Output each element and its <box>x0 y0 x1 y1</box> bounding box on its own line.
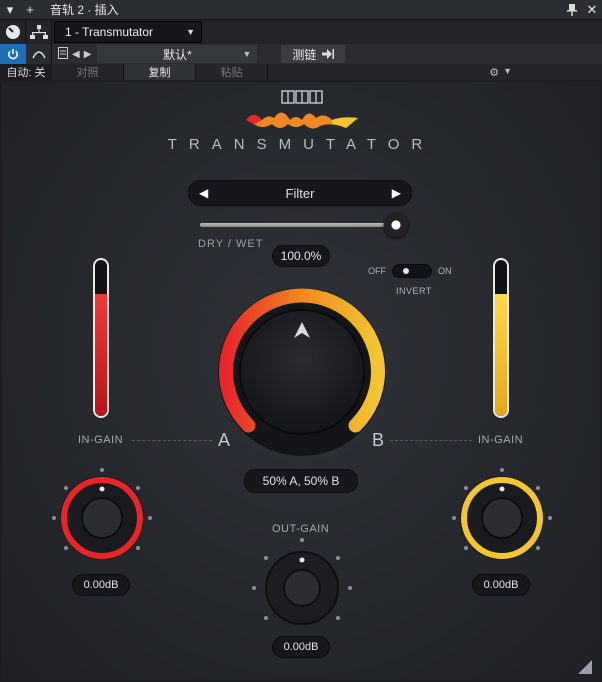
dry-wet-label: DRY / WET <box>198 238 264 250</box>
preset-prev-icon[interactable]: ◀ <box>72 49 80 60</box>
arrow-to-bar-icon <box>322 49 335 59</box>
routing-icon <box>29 25 48 39</box>
meter-a-fill <box>95 294 107 416</box>
preset-select[interactable]: 默认* ▼ <box>97 45 258 63</box>
dry-wet-slider-thumb[interactable] <box>384 213 408 237</box>
power-icon <box>8 49 18 60</box>
add-icon[interactable]: + <box>20 0 40 20</box>
gear-icon[interactable]: ⚙ <box>489 66 499 79</box>
meter-a <box>93 258 109 418</box>
window-title: 音轨 2 · 插入 <box>50 3 119 17</box>
edit-row: 自动: 关 对照 复制 粘贴 ⚙ ▼ <box>0 64 602 80</box>
compare-button[interactable]: 测链 <box>281 45 346 63</box>
pin-icon[interactable] <box>562 0 582 20</box>
meter-b-fill <box>495 294 507 416</box>
in-gain-a-value[interactable]: 0.00dB <box>72 574 130 596</box>
in-gain-a-dash <box>132 440 212 441</box>
automation-icon <box>31 51 46 59</box>
mode-label: Filter <box>285 185 315 201</box>
compare-label: 测链 <box>292 47 317 62</box>
preset-list-icon[interactable] <box>58 46 68 62</box>
chevron-down-icon: ▼ <box>242 49 252 59</box>
chevron-down-icon[interactable]: ▼ <box>503 66 512 79</box>
preset-next-icon[interactable]: ▶ <box>84 49 92 60</box>
transmutator-logo-icon <box>246 90 358 129</box>
invert-on-label: ON <box>438 266 452 276</box>
invert-toggle[interactable] <box>392 264 432 278</box>
automation-off-button[interactable]: 自动: 关 <box>0 64 52 80</box>
preset-name: 默认* <box>163 47 192 62</box>
dial-icon <box>5 25 20 39</box>
plugin-selector-row: 1 - Transmutator ▼ <box>0 20 602 44</box>
in-gain-b-knob[interactable] <box>442 458 562 578</box>
invert-toggle-dot <box>403 268 409 274</box>
window-title-bar: ▾ + 音轨 2 · 插入 ✕ <box>0 0 602 20</box>
dry-wet-slider-track[interactable] <box>200 223 396 227</box>
compare-ab-button[interactable]: 对照 <box>52 64 124 80</box>
preset-navigation: ◀ ▶ <box>52 46 92 62</box>
plugin-select-dropdown[interactable]: 1 - Transmutator ▼ <box>54 21 202 43</box>
label-a: A <box>218 430 231 450</box>
invert-switch[interactable]: OFF ON <box>368 264 452 278</box>
close-icon[interactable]: ✕ <box>582 0 602 20</box>
meter-b <box>493 258 509 418</box>
invert-off-label: OFF <box>368 266 386 276</box>
transmutator-panel: TRANSMUTATOR ◀ Filter ▶ DRY / WET 100.0%… <box>2 82 600 680</box>
routing-button[interactable] <box>26 20 52 44</box>
window-menu-chevron-icon[interactable]: ▾ <box>0 0 20 20</box>
morph-value[interactable]: 50% A, 50% B <box>244 469 358 493</box>
preset-row: ◀ ▶ 默认* ▼ 测链 <box>0 44 602 64</box>
mode-selector[interactable]: ◀ Filter ▶ <box>188 180 412 206</box>
automation-read-button[interactable] <box>26 44 52 64</box>
in-gain-b-value[interactable]: 0.00dB <box>472 574 530 596</box>
power-button[interactable] <box>0 44 26 64</box>
mode-next-icon[interactable]: ▶ <box>392 186 401 200</box>
paste-button[interactable]: 粘贴 <box>196 64 268 80</box>
chevron-down-icon: ▼ <box>186 27 195 37</box>
copy-button[interactable]: 复制 <box>124 64 196 80</box>
in-gain-b-dash <box>390 440 472 441</box>
dry-wet-value[interactable]: 100.0% <box>272 245 330 267</box>
in-gain-b-label: IN-GAIN <box>478 434 524 446</box>
plugin-select-label: 1 - Transmutator <box>65 25 154 39</box>
resize-handle[interactable] <box>578 660 592 674</box>
invert-label: INVERT <box>396 286 432 296</box>
label-b: B <box>372 430 385 450</box>
mode-prev-icon[interactable]: ◀ <box>199 186 208 200</box>
plugin-browser-button[interactable] <box>0 20 26 44</box>
out-gain-knob[interactable] <box>242 528 362 648</box>
in-gain-a-knob[interactable] <box>42 458 162 578</box>
settings-area: ⚙ ▼ <box>489 66 512 79</box>
plugin-logo-text: TRANSMUTATOR <box>167 136 435 153</box>
morph-knob[interactable] <box>212 282 392 462</box>
out-gain-value[interactable]: 0.00dB <box>272 636 330 658</box>
in-gain-a-label: IN-GAIN <box>78 434 124 446</box>
